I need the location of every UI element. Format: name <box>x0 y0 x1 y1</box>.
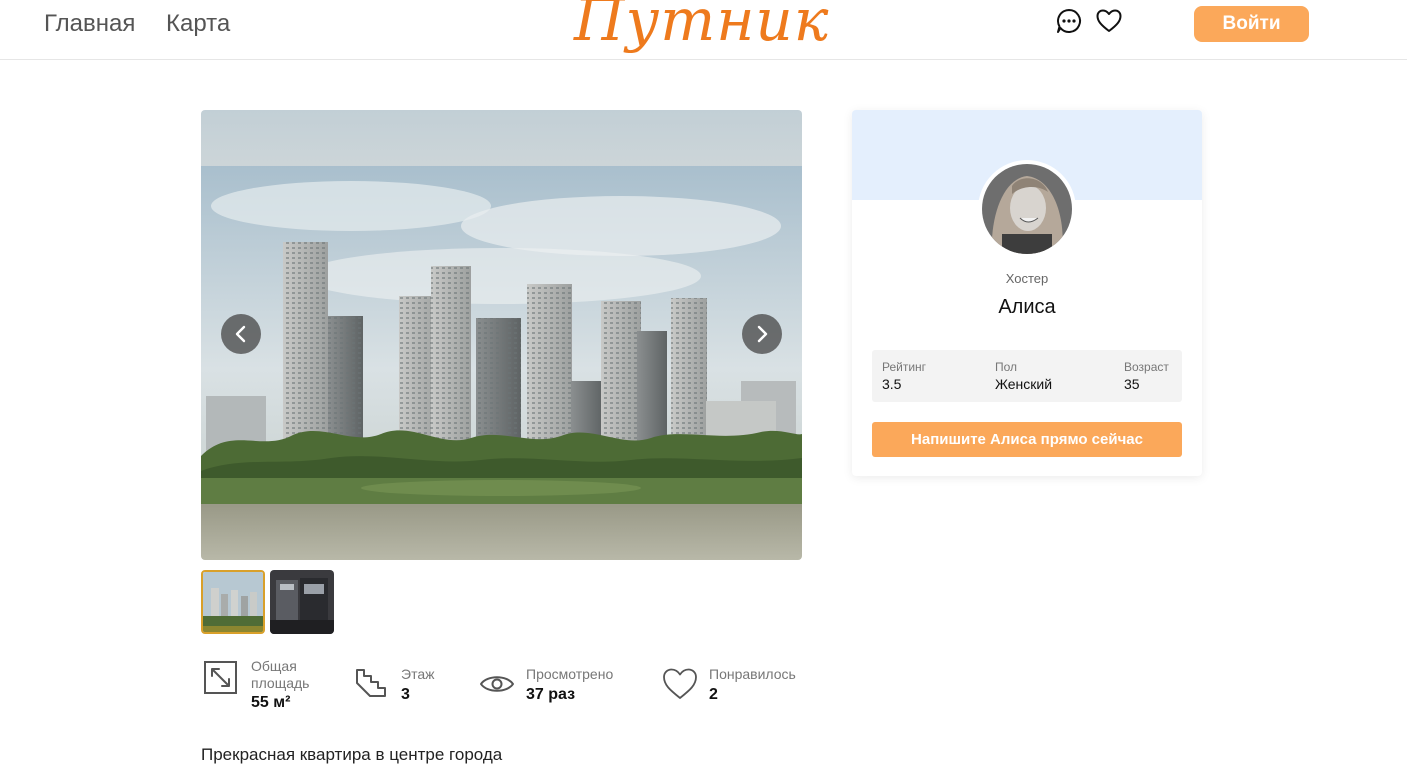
apartment-photo <box>201 166 802 504</box>
area-icon <box>203 660 239 696</box>
stat-label: Общая площадь <box>251 658 310 691</box>
photo-gallery <box>201 110 802 560</box>
chat-icon[interactable] <box>1055 7 1083 35</box>
age-value: 35 <box>1124 376 1140 392</box>
stairs-icon <box>354 666 390 702</box>
chevron-left-icon[interactable] <box>221 314 261 354</box>
stat-label: Понравилось <box>709 666 796 682</box>
eye-icon <box>479 666 515 702</box>
chevron-right-icon[interactable] <box>742 314 782 354</box>
stat-value: 3 <box>401 686 410 703</box>
stat-value: 37 раз <box>526 686 576 703</box>
host-info-panel: Рейтинг 3.5 Пол Женский Возраст 35 <box>872 350 1182 402</box>
host-card: Хостер Алиса Рейтинг 3.5 Пол Женский Воз… <box>852 110 1202 476</box>
stat-value: 55 м² <box>251 694 291 711</box>
listing-description: Прекрасная квартира в центре города <box>201 745 503 764</box>
gallery-thumbnail[interactable] <box>270 570 334 634</box>
rating-value: 3.5 <box>882 376 902 392</box>
heart-outline-icon <box>662 666 698 702</box>
stat-label: Этаж <box>401 666 435 682</box>
message-host-button[interactable]: Напишите Алиса прямо сейчас <box>872 422 1182 457</box>
age-label: Возраст <box>1124 360 1169 374</box>
avatar[interactable] <box>978 160 1076 258</box>
gender-value: Женский <box>995 376 1053 392</box>
login-button[interactable]: Войти <box>1194 6 1309 42</box>
stat-value: 2 <box>709 686 718 703</box>
nav-map-link[interactable]: Карта <box>166 10 230 38</box>
rating-label: Рейтинг <box>882 360 927 374</box>
heart-icon[interactable] <box>1095 7 1123 35</box>
site-logo[interactable]: Путник <box>574 0 829 54</box>
gender-label: Пол <box>995 360 1018 374</box>
top-header: Главная Карта Путник Войти <box>0 0 1407 60</box>
stat-label: Просмотрено <box>526 666 614 682</box>
gallery-thumbnail[interactable] <box>201 570 265 634</box>
nav-home-link[interactable]: Главная <box>44 10 135 38</box>
host-role: Хостер <box>1005 271 1049 286</box>
host-name: Алиса <box>998 296 1056 318</box>
